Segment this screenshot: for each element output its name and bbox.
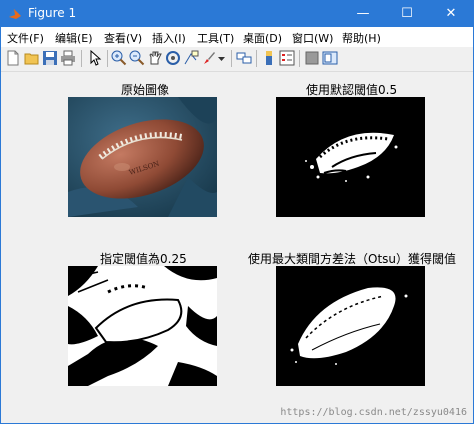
minimize-button[interactable]: —: [341, 1, 385, 27]
link-plot-icon[interactable]: [236, 50, 252, 66]
toolbar-separator: [256, 50, 257, 67]
menu-desktop[interactable]: 桌面(D): [243, 30, 282, 46]
maximize-button[interactable]: ☐: [385, 1, 429, 27]
menu-edit[interactable]: 编辑(E): [55, 30, 93, 46]
dropdown-arrow-icon[interactable]: [217, 50, 226, 66]
figure-canvas: 原始圖像 WILSON 使用默認閾值0.5 指定閾值為0.25 使用最大類間方差…: [1, 72, 473, 423]
pointer-icon[interactable]: [87, 50, 103, 66]
menu-help[interactable]: 帮助(H): [342, 30, 381, 46]
subplot-title-low: 指定閾值為0.25: [100, 252, 187, 266]
zoom-out-icon[interactable]: [129, 50, 145, 66]
subplot-title-default: 使用默認閾值0.5: [306, 83, 398, 97]
binary-otsu-threshold-image: [276, 266, 425, 386]
toolbar-separator: [81, 50, 82, 67]
subplot-title-original: 原始圖像: [121, 83, 170, 97]
pan-icon[interactable]: [147, 50, 163, 66]
subplot-title-otsu: 使用最大類間方差法（Otsu）獲得閾值: [248, 252, 457, 266]
toolbar-separator: [231, 50, 232, 67]
colorbar-icon[interactable]: [261, 50, 277, 66]
menu-tools[interactable]: 工具(T): [197, 30, 234, 46]
figure-window: Figure 1 — ☐ ✕ 文件(F) 编辑(E) 查看(V) 插入(I) 工…: [0, 0, 474, 424]
binary-default-threshold-image: [276, 97, 425, 217]
brush-icon[interactable]: [201, 50, 217, 66]
show-plot-tools-icon[interactable]: [322, 50, 338, 66]
matlab-icon: [9, 9, 21, 19]
rotate-3d-icon[interactable]: [165, 50, 181, 66]
zoom-in-icon[interactable]: [111, 50, 127, 66]
hide-plot-tools-icon[interactable]: [304, 50, 320, 66]
watermark-text: https://blog.csdn.net/zssyu0416: [280, 407, 467, 418]
toolbar-separator: [299, 50, 300, 67]
window-title: Figure 1: [28, 6, 77, 20]
save-icon[interactable]: [42, 50, 58, 66]
data-cursor-icon[interactable]: [183, 50, 199, 66]
toolbar-separator: [107, 50, 108, 67]
menu-bar: 文件(F) 编辑(E) 查看(V) 插入(I) 工具(T) 桌面(D) 窗口(W…: [1, 27, 473, 47]
menu-view[interactable]: 查看(V): [104, 30, 142, 46]
original-football-image: WILSON: [68, 97, 217, 217]
toolbar: [1, 47, 473, 72]
binary-low-threshold-image: [68, 266, 217, 386]
legend-icon[interactable]: [279, 50, 295, 66]
menu-window[interactable]: 窗口(W): [292, 30, 333, 46]
menu-insert[interactable]: 插入(I): [152, 30, 186, 46]
print-icon[interactable]: [60, 50, 76, 66]
menu-file[interactable]: 文件(F): [7, 30, 44, 46]
close-button[interactable]: ✕: [429, 1, 473, 27]
open-file-icon[interactable]: [24, 50, 40, 66]
title-bar: Figure 1 — ☐ ✕: [1, 1, 473, 27]
new-figure-icon[interactable]: [5, 50, 21, 66]
